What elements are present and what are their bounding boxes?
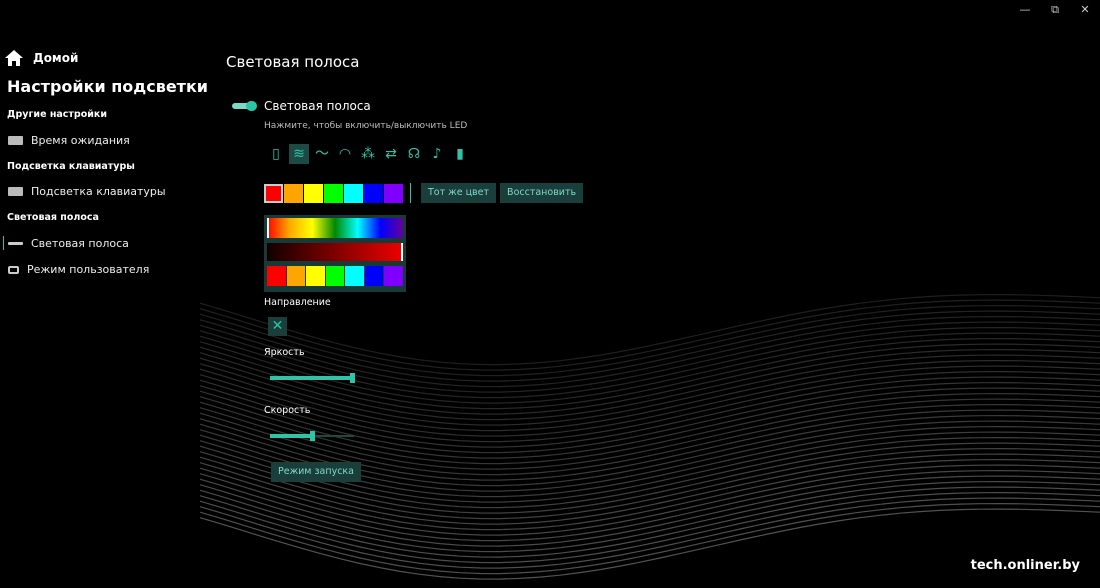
preset-color[interactable] [306, 266, 325, 286]
close-button[interactable]: ✕ [1070, 3, 1100, 16]
preset-color[interactable] [267, 266, 286, 286]
hue-slider[interactable] [267, 218, 403, 238]
toggle-hint: Нажмите, чтобы включить/выключить LED [264, 121, 468, 131]
toggle-label: Световая полоса [264, 99, 371, 113]
slider-thumb[interactable] [350, 373, 355, 383]
swatch-row: Тот же цвет Восстановить [264, 183, 584, 203]
color-swatch[interactable] [364, 183, 383, 203]
brightness-slider[interactable] [270, 373, 356, 383]
sidebar-item-lightbar[interactable]: Световая полоса [8, 237, 129, 250]
preset-color[interactable] [286, 266, 306, 286]
sidebar-item-user-mode[interactable]: Режим пользователя [8, 263, 149, 276]
divider [410, 183, 411, 203]
timeout-icon [8, 136, 23, 145]
color-swatch[interactable] [324, 183, 343, 203]
light-bar-icon [8, 242, 23, 245]
preset-color[interactable] [364, 266, 384, 286]
section-other: Другие настройки [7, 109, 108, 120]
color-swatch[interactable] [344, 183, 363, 203]
slider-thumb[interactable] [310, 431, 315, 441]
color-swatch[interactable] [384, 183, 403, 203]
head-icon[interactable]: ☊ [404, 144, 424, 164]
color-swatch[interactable] [264, 183, 283, 203]
watermark: tech.onliner.by [970, 558, 1080, 573]
rainbow-icon[interactable]: ◠ [335, 144, 355, 164]
static-icon[interactable]: ▯ [266, 144, 286, 164]
color-swatch[interactable] [304, 183, 323, 203]
shade-slider[interactable] [267, 243, 403, 261]
close-icon: ✕ [271, 318, 284, 334]
preset-color[interactable] [325, 266, 345, 286]
speed-label: Скорость [264, 405, 311, 416]
led-toggle[interactable] [232, 101, 258, 111]
page-title: Световая полоса [226, 53, 360, 71]
direction-button[interactable]: ✕ [268, 317, 287, 336]
effect-list: ▯ ≋ 〜 ◠ ⁂ ⇄ ☊ ♪ ▮ [266, 144, 470, 164]
direction-label: Направление [264, 297, 331, 308]
same-color-button[interactable]: Тот же цвет [421, 183, 497, 203]
brightness-label: Яркость [264, 347, 305, 358]
restore-button[interactable]: Восстановить [500, 183, 584, 203]
item-label: Подсветка клавиатуры [31, 185, 166, 198]
user-mode-icon [8, 265, 19, 274]
keyboard-icon [8, 187, 23, 196]
swap-icon[interactable]: ⇄ [381, 144, 401, 164]
color-swatch[interactable] [284, 183, 303, 203]
section-lightbar: Световая полоса [7, 212, 99, 223]
shade-marker[interactable] [401, 243, 403, 261]
item-label: Режим пользователя [27, 263, 150, 276]
minimize-button[interactable]: — [1010, 3, 1040, 16]
wind-icon[interactable]: ≋ [289, 144, 309, 164]
maximize-button[interactable]: ⧉ [1040, 3, 1070, 17]
item-label: Световая полоса [31, 237, 129, 250]
sidebar-item-timeout[interactable]: Время ожидания [8, 134, 130, 147]
section-keyboard: Подсветка клавиатуры [7, 161, 135, 172]
home-label: Домой [33, 51, 79, 65]
preset-color[interactable] [345, 266, 364, 286]
hue-marker[interactable] [267, 218, 269, 238]
speed-slider[interactable] [270, 431, 356, 441]
home-icon [5, 50, 23, 66]
home-link[interactable]: Домой [5, 50, 78, 66]
music-icon[interactable]: ♪ [427, 144, 447, 164]
selection-indicator [3, 236, 4, 250]
sidebar-title: Настройки подсветки [7, 77, 209, 96]
color-mix-icon[interactable]: ⁂ [358, 144, 378, 164]
item-label: Время ожидания [31, 134, 130, 147]
preset-color[interactable] [384, 266, 404, 286]
sidebar-item-keyboard[interactable]: Подсветка клавиатуры [8, 185, 166, 198]
battery-icon[interactable]: ▮ [450, 144, 470, 164]
launch-mode-button[interactable]: Режим запуска [271, 462, 361, 482]
color-picker [264, 215, 406, 292]
wave-icon[interactable]: 〜 [312, 144, 332, 164]
